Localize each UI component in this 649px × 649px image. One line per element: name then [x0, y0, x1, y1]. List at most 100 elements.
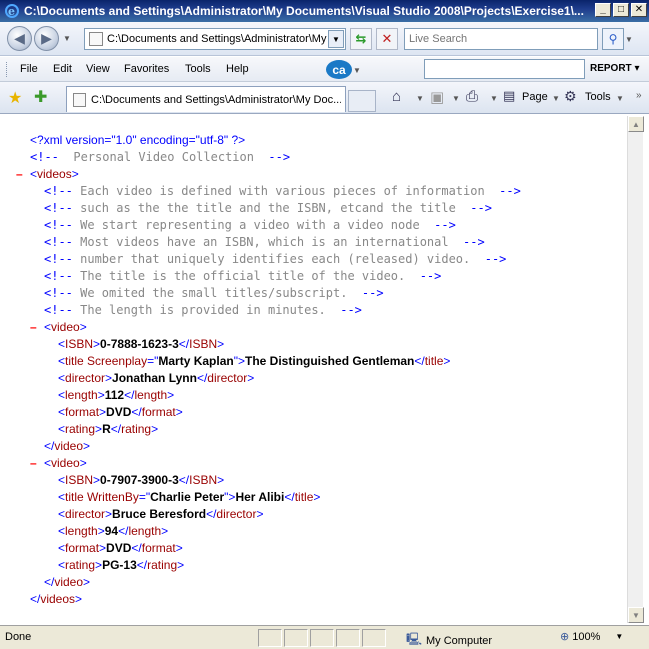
stop-icon: ✕: [381, 31, 393, 46]
add-favorites-icon[interactable]: ✚: [34, 87, 47, 107]
search-button[interactable]: ⚲: [602, 28, 624, 50]
status-text: Done: [5, 631, 32, 643]
print-dropdown-icon[interactable]: ▼: [490, 94, 498, 103]
zoom-control[interactable]: ⊕ 100% ▼: [560, 630, 623, 644]
zone-label: My Computer: [426, 634, 493, 647]
director-element: <director>Bruce Beresford</director>: [58, 507, 264, 521]
tools-gear-icon[interactable]: ⚙: [564, 88, 577, 105]
video-open-tag: <video>: [44, 320, 87, 334]
favorites-star-icon[interactable]: ★: [8, 88, 22, 108]
address-text[interactable]: C:\Documents and Settings\Administrator\…: [107, 33, 329, 45]
status-cell: [258, 629, 282, 647]
vertical-scrollbar[interactable]: ▲ ▼: [627, 116, 644, 623]
zoom-magnifier-icon: ⊕: [560, 631, 570, 643]
forward-arrow-icon: ▶: [41, 30, 52, 46]
close-button[interactable]: ✕: [631, 3, 647, 17]
feeds-icon[interactable]: ▣: [430, 88, 444, 106]
page-icon: [89, 32, 103, 46]
comment-line: <!-- The length is provided in minutes. …: [44, 303, 362, 317]
tools-dropdown-icon[interactable]: ▼: [616, 94, 624, 103]
xml-document-view: <?xml version="1.0" encoding="utf-8" ?> …: [6, 116, 626, 623]
report-button[interactable]: REPORT ▾: [590, 63, 639, 74]
menu-file[interactable]: File: [20, 63, 38, 75]
status-cell: [336, 629, 360, 647]
page-menu-label[interactable]: Page: [522, 91, 548, 103]
window-title: C:\Documents and Settings\Administrator\…: [24, 4, 584, 18]
comment-line: <!-- such as the the title and the ISBN,…: [44, 201, 492, 215]
search-options-dropdown-icon[interactable]: ▼: [625, 35, 633, 44]
forward-button[interactable]: ▶: [34, 26, 59, 51]
title-element: <title Screenplay="Marty Kaplan">The Dis…: [58, 354, 451, 368]
refresh-icon: ⇆: [355, 31, 367, 46]
status-cell: [284, 629, 308, 647]
format-element: <format>DVD</format>: [58, 405, 183, 419]
navigation-bar: ◀ ▶ ▼ C:\Documents and Settings\Administ…: [0, 22, 649, 56]
chevron-more-icon[interactable]: »: [636, 90, 642, 101]
video-close-tag: </video>: [44, 439, 91, 453]
menu-edit[interactable]: Edit: [53, 63, 72, 75]
collapse-video-toggle[interactable]: –: [30, 456, 37, 470]
video-open-tag: <video>: [44, 456, 87, 470]
minimize-button[interactable]: _: [595, 3, 611, 17]
videos-close-tag: </videos>: [30, 592, 83, 606]
new-tab-button[interactable]: [348, 90, 376, 112]
rating-element: <rating>R</rating>: [58, 422, 159, 436]
format-element: <format>DVD</format>: [58, 541, 183, 555]
page-menu-icon[interactable]: ▤: [503, 88, 515, 104]
isbn-element: <ISBN>0-7888-1623-3</ISBN>: [58, 337, 225, 351]
refresh-button[interactable]: ⇆: [350, 28, 372, 50]
computer-icon: 🖳: [406, 632, 423, 646]
videos-open-tag: <videos>: [30, 167, 79, 181]
recent-pages-dropdown-icon[interactable]: ▼: [63, 34, 71, 43]
security-zone[interactable]: 🖳 My Computer: [406, 630, 492, 649]
director-element: <director>Jonathan Lynn</director>: [58, 371, 255, 385]
isbn-element: <ISBN>0-7907-3900-3</ISBN>: [58, 473, 225, 487]
status-bar: Done 🖳 My Computer ⊕ 100% ▼: [0, 625, 649, 649]
rating-element: <rating>PG-13</rating>: [58, 558, 185, 572]
zoom-dropdown-icon[interactable]: ▼: [615, 632, 623, 641]
maximize-button[interactable]: □: [613, 3, 629, 17]
video-close-tag: </video>: [44, 575, 91, 589]
svg-text:e: e: [8, 5, 15, 18]
ie-logo-icon: e: [4, 3, 20, 19]
title-element: <title WrittenBy="Charlie Peter">Her Ali…: [58, 490, 321, 504]
stop-button[interactable]: ✕: [376, 28, 398, 50]
scroll-down-button[interactable]: ▼: [628, 607, 644, 623]
back-button[interactable]: ◀: [7, 26, 32, 51]
length-element: <length>112</length>: [58, 388, 175, 402]
menu-tools[interactable]: Tools: [185, 63, 211, 75]
collection-comment: <!-- Personal Video Collection -->: [30, 150, 291, 164]
menu-help[interactable]: Help: [226, 63, 249, 75]
zoom-level: 100%: [572, 630, 601, 643]
menu-bar: File Edit View Favorites Tools Help ca ▼…: [0, 57, 649, 82]
menu-favorites[interactable]: Favorites: [124, 63, 169, 75]
ca-dropdown-icon[interactable]: ▼: [353, 66, 361, 75]
length-element: <length>94</length>: [58, 524, 169, 538]
ca-toolbar-logo-icon[interactable]: ca: [326, 60, 352, 79]
page-dropdown-icon[interactable]: ▼: [552, 94, 560, 103]
search-input[interactable]: [405, 29, 597, 49]
tab-current[interactable]: C:\Documents and Settings\Administrator\…: [66, 86, 346, 112]
search-box[interactable]: [404, 28, 598, 50]
report-input[interactable]: [424, 59, 585, 79]
feeds-dropdown-icon[interactable]: ▼: [452, 94, 460, 103]
tools-menu-label[interactable]: Tools: [585, 91, 611, 103]
address-bar[interactable]: C:\Documents and Settings\Administrator\…: [84, 28, 346, 50]
comment-line: <!-- We start representing a video with …: [44, 218, 456, 232]
collapse-videos-toggle[interactable]: –: [16, 167, 23, 181]
xml-declaration: <?xml version="1.0" encoding="utf-8" ?>: [30, 133, 246, 147]
toolbar-grip[interactable]: [6, 62, 9, 77]
home-icon[interactable]: ⌂: [392, 88, 401, 105]
comment-line: <!-- The title is the official title of …: [44, 269, 442, 283]
report-label: REPORT: [590, 63, 632, 74]
scroll-up-button[interactable]: ▲: [628, 116, 644, 132]
comment-line: <!-- Most videos have an ISBN, which is …: [44, 235, 485, 249]
comment-line: <!-- We omited the small titles/subscrip…: [44, 286, 384, 300]
menu-view[interactable]: View: [86, 63, 110, 75]
home-dropdown-icon[interactable]: ▼: [416, 94, 424, 103]
address-dropdown-icon[interactable]: ▼: [328, 30, 344, 48]
status-cell: [362, 629, 386, 647]
collapse-video-toggle[interactable]: –: [30, 320, 37, 334]
print-icon[interactable]: ⎙: [466, 88, 478, 105]
window-titlebar[interactable]: e C:\Documents and Settings\Administrato…: [0, 0, 649, 22]
